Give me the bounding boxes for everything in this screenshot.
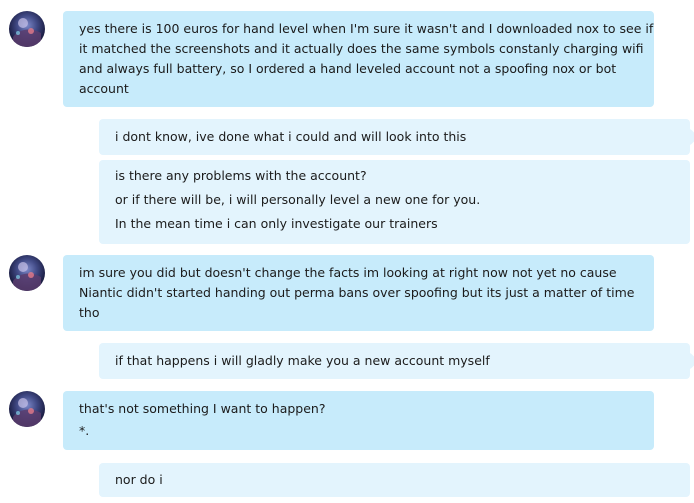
- avatar[interactable]: [9, 11, 45, 47]
- message-text: tho: [79, 305, 100, 320]
- message-text: that's not something I want to happen?: [79, 401, 326, 416]
- message-text: and always full battery, so I ordered a …: [79, 61, 617, 76]
- message-text: im sure you did but doesn't change the f…: [79, 265, 617, 280]
- message-text: if that happens i will gladly make you a…: [115, 353, 490, 368]
- message-bubble-outgoing[interactable]: if that happens i will gladly make you a…: [99, 343, 690, 379]
- message-text: account: [79, 81, 129, 96]
- message-text: it matched the screenshots and it actual…: [79, 41, 644, 56]
- message-bubble-outgoing[interactable]: nor do i: [99, 463, 690, 497]
- message-text: is there any problems with the account?: [115, 168, 367, 183]
- message-bubble-incoming[interactable]: im sure you did but doesn't change the f…: [63, 255, 654, 331]
- message-bubble-outgoing[interactable]: i dont know, ive done what i could and w…: [99, 119, 690, 155]
- message-text: In the mean time i can only investigate …: [115, 216, 438, 231]
- message-text: i dont know, ive done what i could and w…: [115, 129, 467, 144]
- message-bubble-incoming[interactable]: yes there is 100 euros for hand level wh…: [63, 11, 654, 107]
- message-text: or if there will be, i will personally l…: [115, 192, 481, 207]
- avatar-image: [13, 398, 41, 427]
- message-bubble-incoming[interactable]: that's not something I want to happen? *…: [63, 391, 654, 450]
- avatar[interactable]: [9, 391, 45, 427]
- message-bubble-outgoing[interactable]: is there any problems with the account? …: [99, 160, 690, 244]
- avatar-image: [13, 18, 41, 47]
- message-text: *.: [79, 423, 90, 438]
- avatar-image: [13, 262, 41, 291]
- message-text: yes there is 100 euros for hand level wh…: [79, 21, 654, 36]
- message-text: Niantic didn't started handing out perma…: [79, 285, 635, 300]
- avatar[interactable]: [9, 255, 45, 291]
- message-text: nor do i: [115, 472, 163, 487]
